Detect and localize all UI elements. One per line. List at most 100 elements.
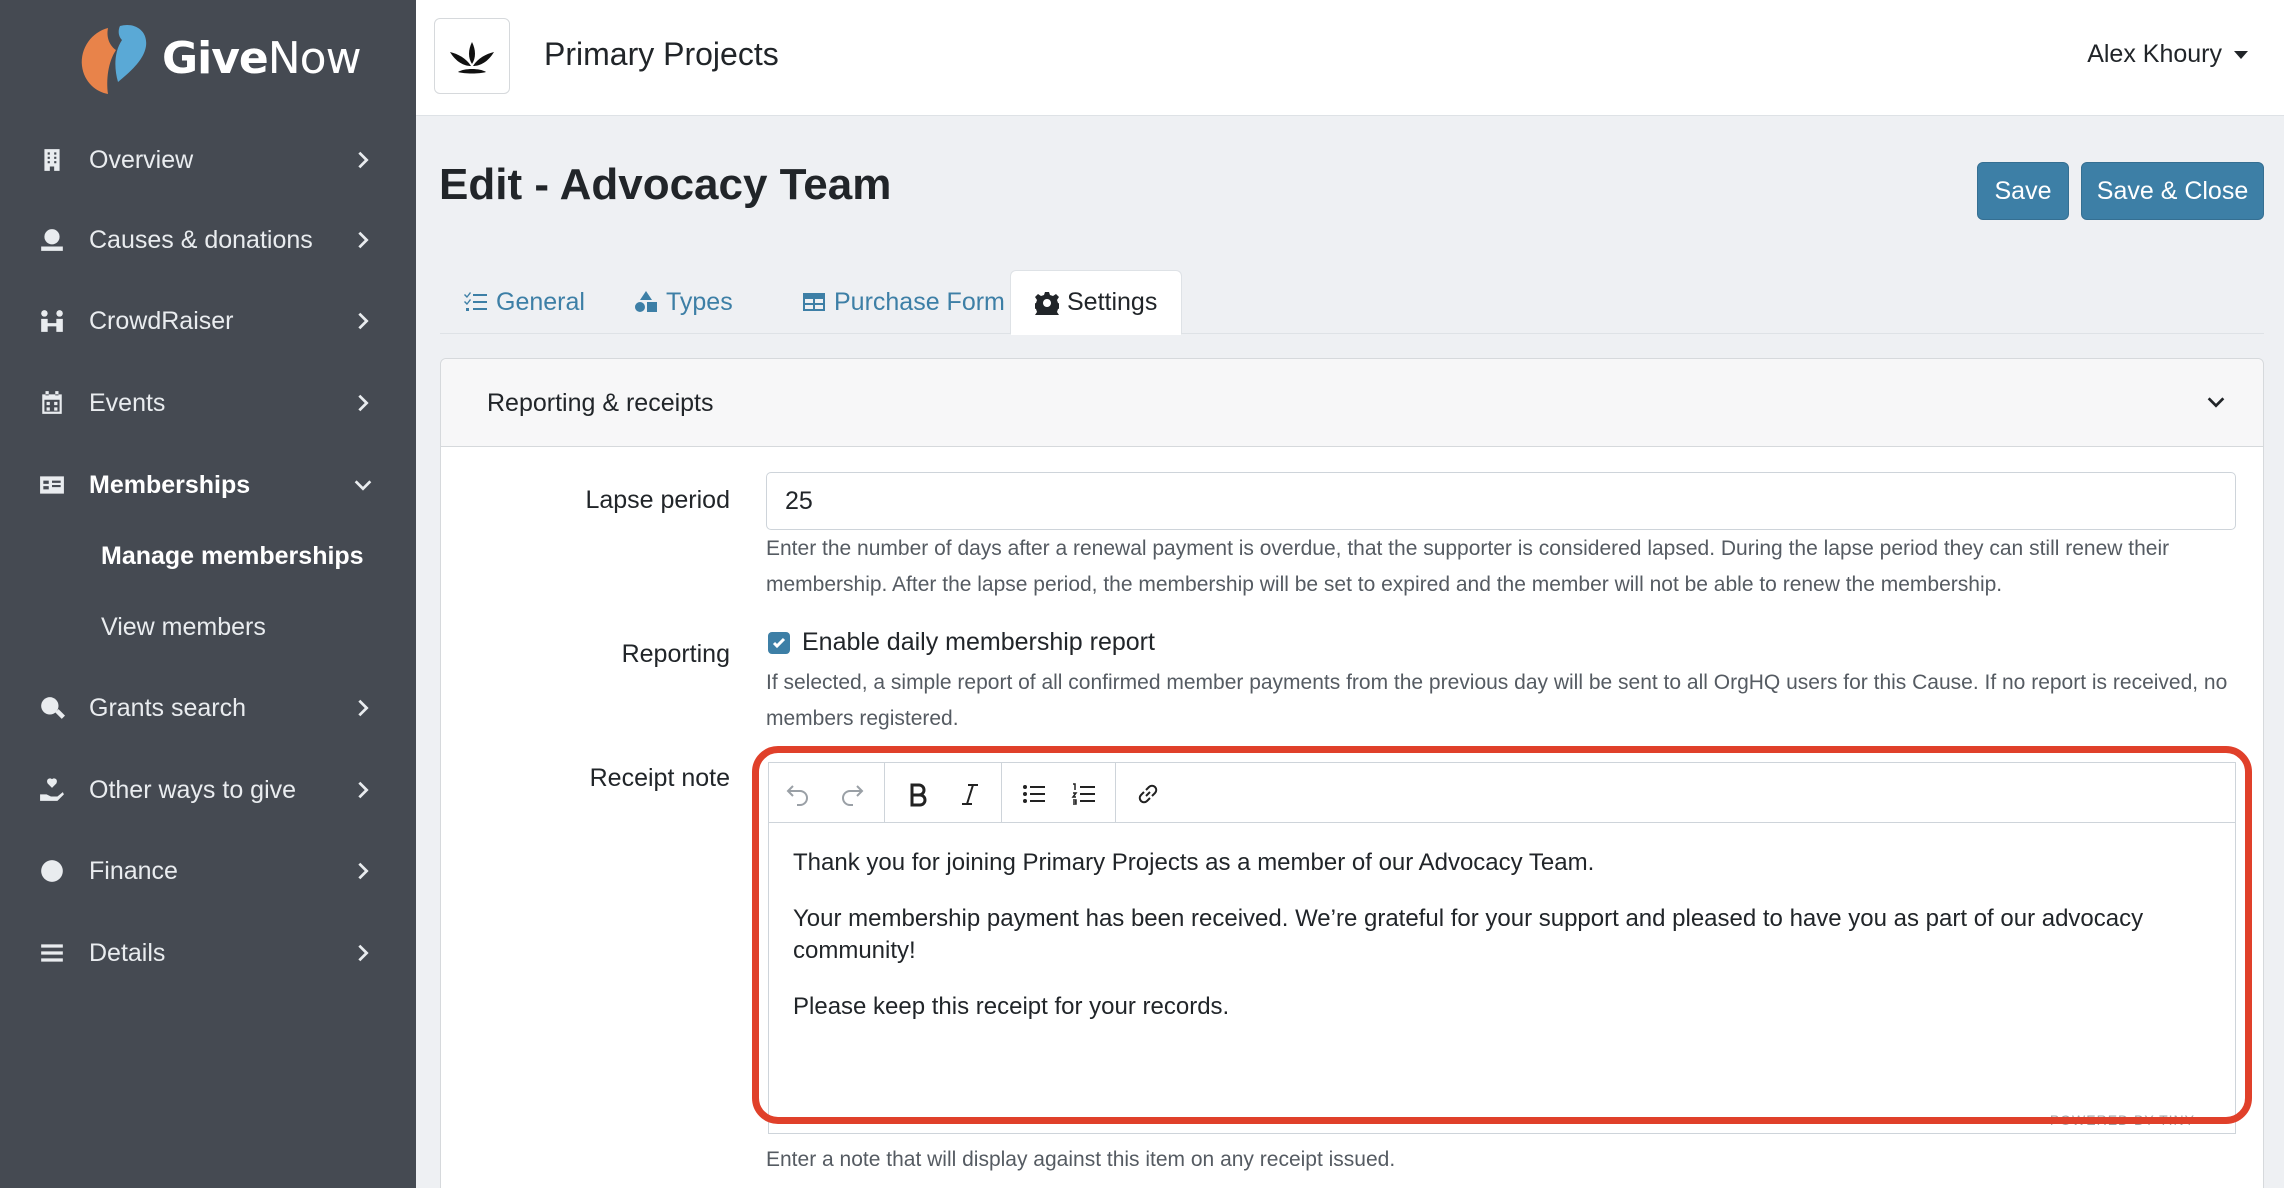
editor-paragraph: Please keep this receipt for your record… — [793, 993, 1230, 1020]
top-header: Primary Projects Alex Khoury — [416, 0, 2284, 116]
tab-label: Purchase Form — [834, 287, 1005, 316]
search-dollar-icon — [38, 694, 66, 722]
sidebar-item-label: Causes & donations — [89, 225, 313, 254]
chevron-right-icon — [352, 392, 374, 414]
chevron-right-icon — [352, 149, 374, 171]
save-button[interactable]: Save — [1977, 162, 2069, 220]
toolbar-separator — [1115, 763, 1116, 823]
chevron-right-icon — [352, 860, 374, 882]
toolbar-separator — [884, 763, 885, 823]
sidebar-subitem-manage-memberships[interactable]: Manage memberships — [101, 542, 364, 571]
logo-text: GiveNow — [162, 32, 362, 84]
tab-label: Types — [666, 287, 733, 316]
givenow-logo[interactable]: GiveNow — [78, 18, 362, 98]
people-icon — [38, 307, 66, 335]
chevron-right-icon — [352, 697, 374, 719]
receipt-note-editor: Thank you for joining Primary Projects a… — [768, 762, 2236, 1134]
editor-status-bar: POWERED BY TINY — [768, 1110, 2236, 1134]
tabs: General Types Purchase Form Settings — [440, 270, 2264, 335]
sidebar-item-label: Events — [89, 388, 166, 417]
daily-report-checkbox[interactable] — [768, 632, 790, 654]
section-title: Reporting & receipts — [487, 389, 714, 417]
caret-down-icon — [2234, 50, 2248, 59]
sidebar-item-memberships[interactable]: Memberships — [0, 455, 416, 515]
heart-logo-icon — [81, 24, 147, 94]
receipt-note-help: Enter a note that will display against t… — [766, 1148, 1396, 1171]
sidebar: GiveNow Overview Causes & donations Crow… — [0, 0, 416, 1188]
italic-icon — [962, 784, 978, 805]
sidebar-item-label: Finance — [89, 856, 178, 885]
italic-button[interactable] — [953, 777, 987, 811]
chevron-right-icon — [352, 229, 374, 251]
sidebar-item-other-ways[interactable]: Other ways to give — [0, 760, 416, 820]
hand-heart-icon — [38, 776, 66, 804]
sidebar-subitem-view-members[interactable]: View members — [101, 613, 266, 642]
tab-types[interactable]: Types — [610, 270, 757, 334]
sidebar-item-finance[interactable]: Finance — [0, 841, 416, 901]
org-logo[interactable] — [434, 18, 510, 94]
bold-icon — [910, 783, 927, 807]
tab-purchase-form[interactable]: Purchase Form — [778, 270, 1029, 334]
link-icon — [1138, 784, 1158, 804]
bullet-list-icon — [1023, 785, 1045, 803]
coin-icon — [38, 857, 66, 885]
sidebar-item-crowdraiser[interactable]: CrowdRaiser — [0, 291, 416, 351]
toolbar-separator — [1001, 763, 1002, 823]
reporting-label: Reporting — [621, 640, 730, 668]
sidebar-item-label: Details — [89, 938, 166, 967]
editor-paragraph: Thank you for joining Primary Projects a… — [793, 849, 1595, 876]
logo-now: Now — [267, 32, 362, 84]
sidebar-item-label: Grants search — [89, 693, 247, 722]
bullet-list-button[interactable] — [1017, 777, 1051, 811]
undo-icon — [786, 785, 808, 806]
sidebar-item-label: Overview — [89, 145, 194, 174]
undo-button[interactable] — [781, 777, 815, 811]
sidebar-item-details[interactable]: Details — [0, 923, 416, 983]
chevron-down-icon — [352, 474, 374, 496]
link-button[interactable] — [1131, 777, 1165, 811]
sidebar-item-label: CrowdRaiser — [89, 306, 234, 335]
org-name: Primary Projects — [544, 36, 779, 72]
tab-label: Settings — [1067, 288, 1158, 316]
daily-report-checkbox-label[interactable]: Enable daily membership report — [802, 628, 1155, 657]
lapse-period-input[interactable]: 25 — [766, 472, 2236, 530]
logo-give: Give — [162, 32, 269, 84]
lapse-period-help: Enter the number of days after a renewal… — [766, 537, 2170, 596]
sidebar-item-grants-search[interactable]: Grants search — [0, 678, 416, 738]
list-icon — [38, 939, 66, 967]
user-name: Alex Khoury — [2087, 40, 2222, 68]
shapes-icon — [635, 291, 657, 312]
calendar-icon — [38, 389, 66, 417]
reporting-help: If selected, a simple report of all conf… — [766, 671, 2228, 730]
editor-content[interactable]: Thank you for joining Primary Projects a… — [793, 847, 2193, 1047]
bold-button[interactable] — [901, 777, 935, 811]
chevron-right-icon — [352, 310, 374, 332]
section-header[interactable]: Reporting & receipts — [441, 359, 2263, 447]
table-icon — [803, 293, 825, 311]
gear-icon — [1035, 291, 1059, 315]
editor-toolbar — [769, 763, 2235, 823]
chevron-right-icon — [352, 942, 374, 964]
numbered-list-icon — [1071, 783, 1095, 805]
redo-button[interactable] — [835, 777, 869, 811]
numbered-list-button[interactable] — [1067, 777, 1101, 811]
sidebar-item-causes[interactable]: Causes & donations — [0, 210, 416, 270]
save-close-button[interactable]: Save & Close — [2081, 162, 2264, 220]
chevron-right-icon — [352, 779, 374, 801]
receipt-note-label: Receipt note — [589, 764, 730, 792]
id-card-icon — [38, 471, 66, 499]
sidebar-item-overview[interactable]: Overview — [0, 130, 416, 190]
check-icon — [772, 637, 786, 649]
tab-settings[interactable]: Settings — [1010, 270, 1183, 335]
sidebar-item-events[interactable]: Events — [0, 373, 416, 433]
donation-icon — [38, 226, 66, 254]
checklist-icon — [464, 292, 487, 311]
redo-icon — [842, 785, 864, 806]
lapse-period-label: Lapse period — [585, 486, 730, 514]
chevron-down-icon — [2205, 391, 2227, 413]
building-icon — [38, 146, 66, 174]
tab-general[interactable]: General — [440, 270, 609, 334]
user-menu[interactable]: Alex Khoury — [2087, 40, 2248, 69]
powered-by-tiny[interactable]: POWERED BY TINY — [2050, 1112, 2195, 1128]
editor-paragraph: Your membership payment has been receive… — [793, 905, 2144, 964]
